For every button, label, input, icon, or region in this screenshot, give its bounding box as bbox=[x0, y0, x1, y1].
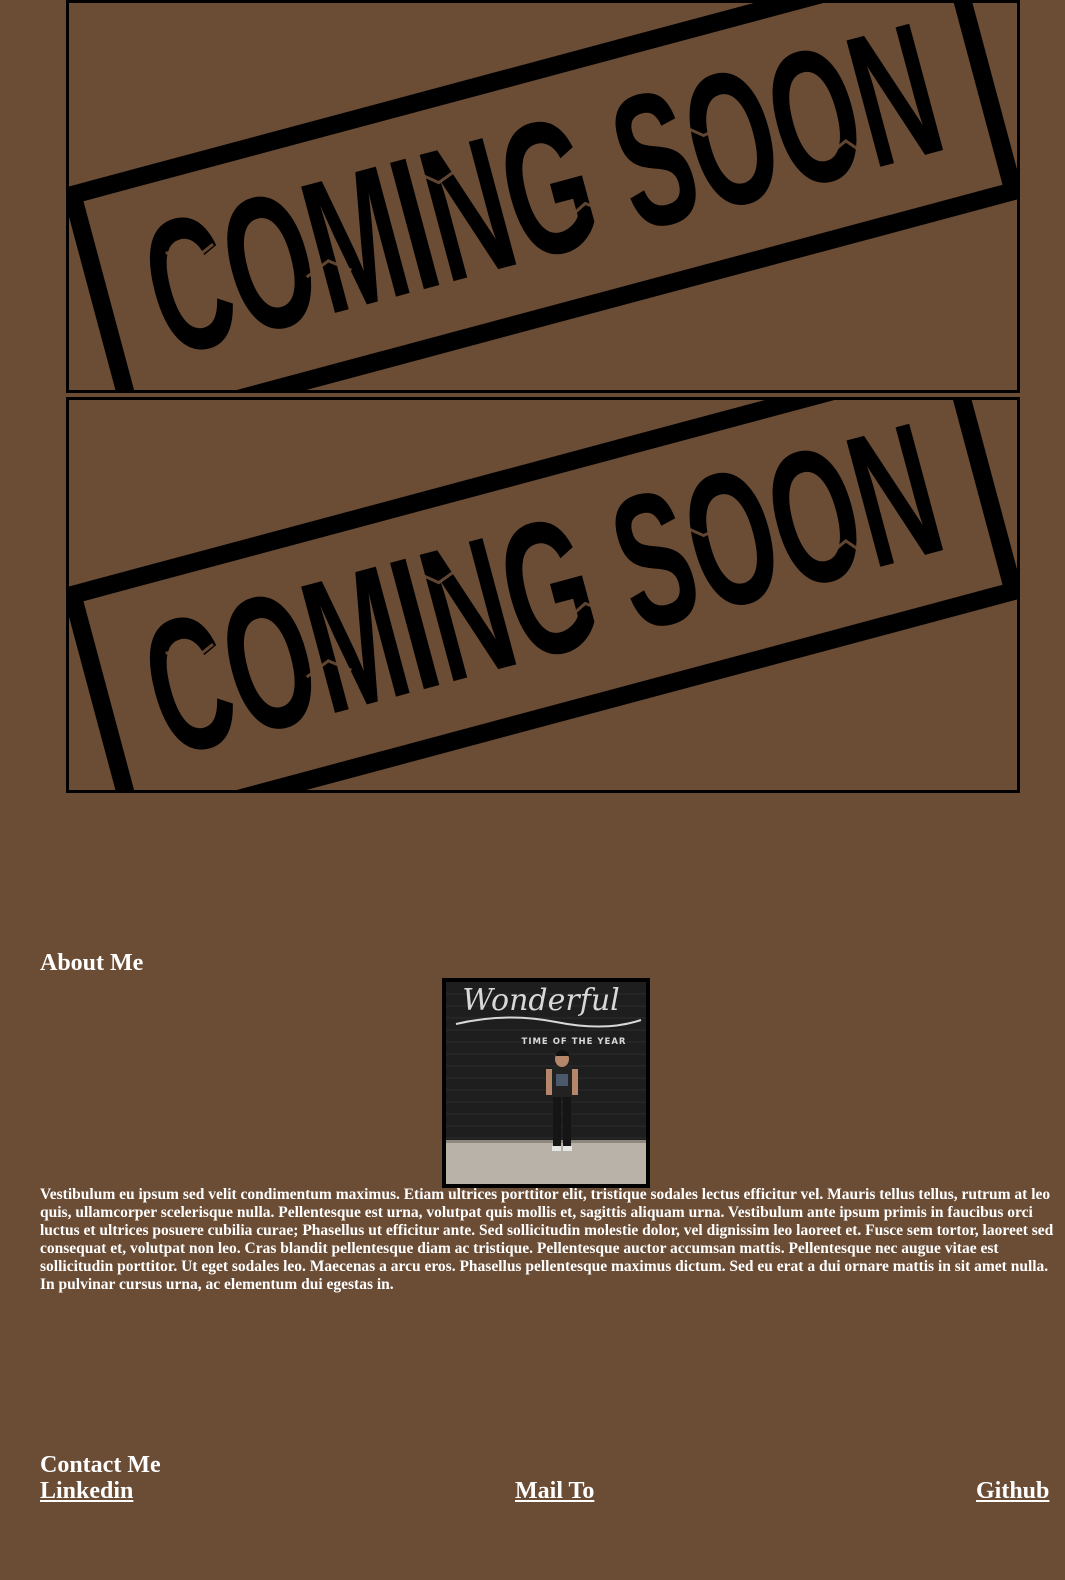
linkedin-link[interactable]: Linkedin bbox=[40, 1478, 133, 1505]
contact-title: Contact Me bbox=[40, 1452, 161, 1478]
mail-to-link[interactable]: Mail To bbox=[515, 1478, 594, 1505]
profile-photo-image: Wonderful TIME OF THE YEAR bbox=[446, 982, 646, 1184]
github-link[interactable]: Github bbox=[976, 1478, 1049, 1505]
stamp-text: COMING SOON bbox=[124, 400, 961, 790]
profile-photo: Wonderful TIME OF THE YEAR bbox=[442, 978, 650, 1188]
photo-sign-caption: TIME OF THE YEAR bbox=[522, 1037, 627, 1047]
about-title: About Me bbox=[40, 950, 144, 976]
photo-sign-script: Wonderful bbox=[462, 983, 620, 1018]
about-body-text: Vestibulum eu ipsum sed velit condimentu… bbox=[40, 1186, 1054, 1293]
coming-soon-stamp-image: COMING SOON bbox=[69, 400, 1017, 790]
coming-soon-stamp-image: COMING SOON bbox=[69, 3, 1017, 390]
project-card-1[interactable]: COMING SOON bbox=[66, 0, 1020, 393]
project-card-2[interactable]: COMING SOON bbox=[66, 397, 1020, 793]
